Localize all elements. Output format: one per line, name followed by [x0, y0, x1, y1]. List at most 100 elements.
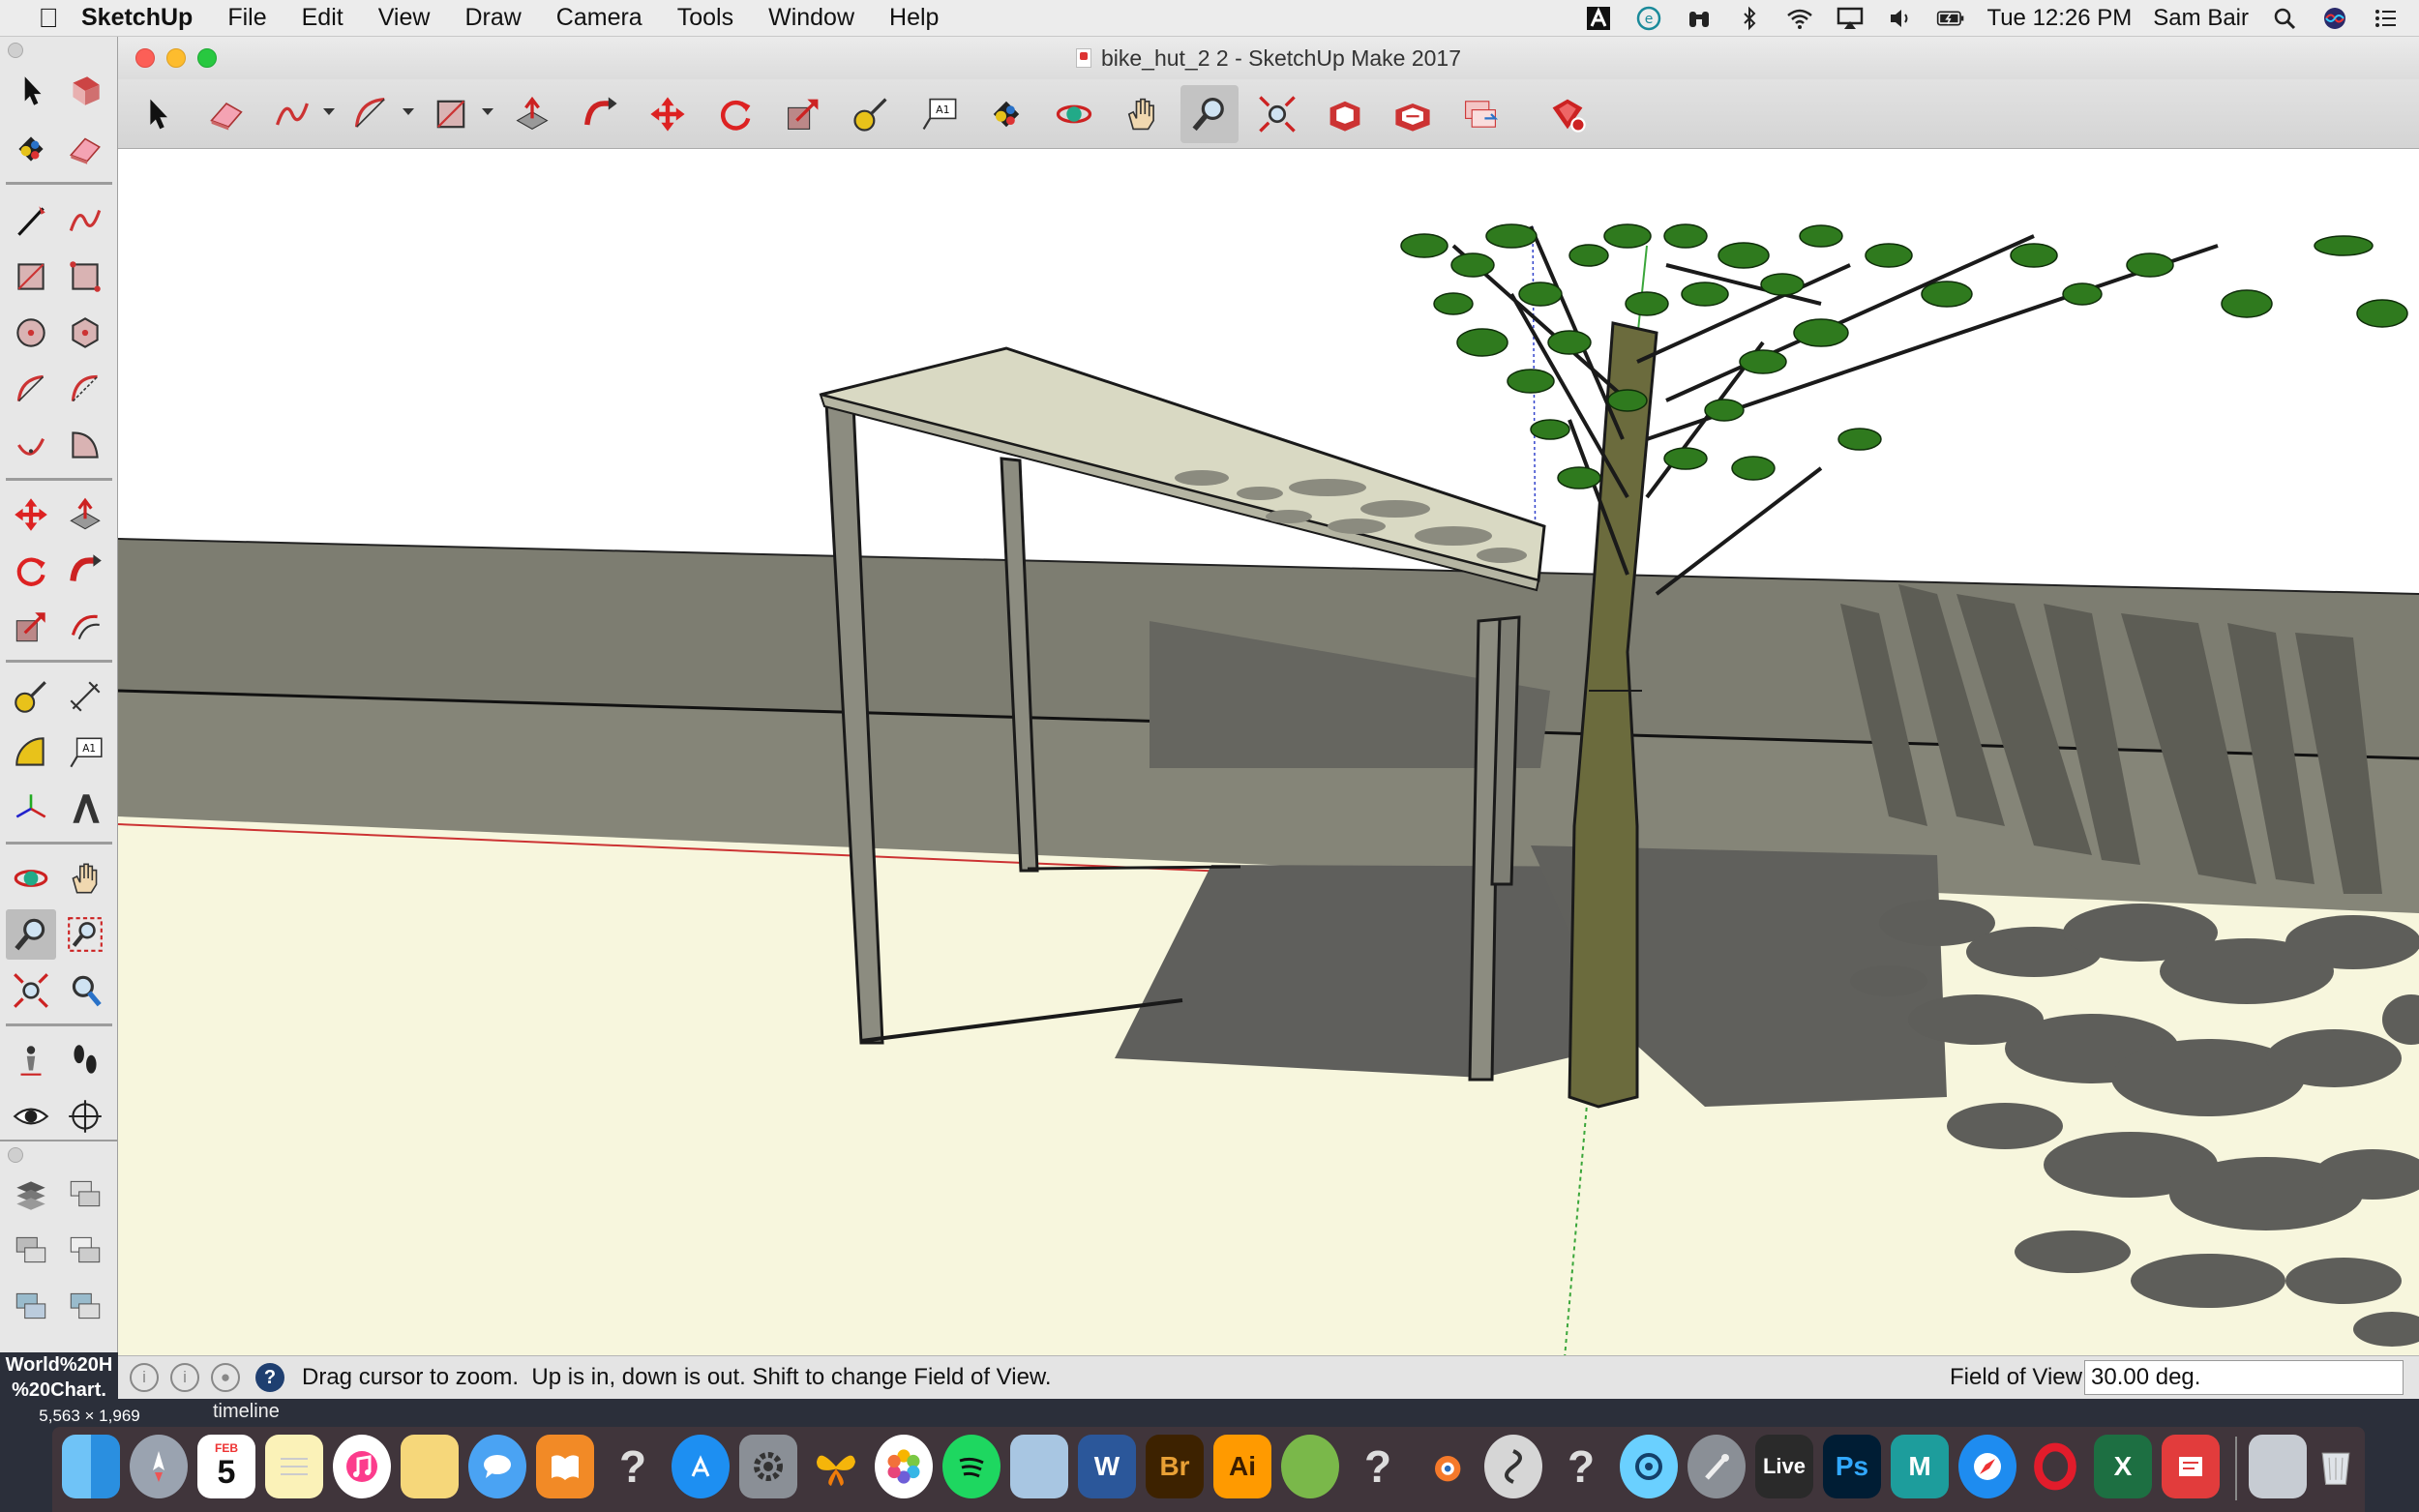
pan-tool[interactable] — [60, 853, 110, 904]
user-account-icon[interactable]: ● — [211, 1363, 240, 1392]
window-title-bar[interactable]: bike_hut_2 2 - SketchUp Make 2017 — [118, 37, 2419, 79]
dock-messages-icon[interactable] — [468, 1435, 526, 1498]
paint-bucket-tool[interactable] — [6, 124, 56, 174]
bluetooth-icon[interactable] — [1735, 6, 1764, 31]
dock-google-earth-icon[interactable] — [1281, 1435, 1339, 1498]
walk-tool[interactable] — [60, 1035, 110, 1085]
dock-excel-icon[interactable]: X — [2094, 1435, 2152, 1498]
volume-icon[interactable] — [1886, 6, 1915, 31]
geolocation-icon[interactable]: i — [130, 1363, 159, 1392]
look-around-tool[interactable] — [6, 1091, 56, 1141]
rotate-tool[interactable] — [6, 546, 56, 596]
polygon-tool[interactable] — [60, 308, 110, 358]
dock-illustrator-icon[interactable]: Ai — [1213, 1435, 1271, 1498]
arc-dropdown-icon[interactable] — [403, 108, 414, 115]
rectangle-dropdown-icon[interactable] — [482, 108, 493, 115]
make-component-tool[interactable] — [60, 66, 110, 116]
dock-spotify-icon[interactable] — [942, 1435, 1000, 1498]
dock-safari-icon[interactable] — [1958, 1435, 2016, 1498]
dock-maya-icon[interactable]: M — [1891, 1435, 1949, 1498]
instructor-help-icon[interactable]: ? — [255, 1363, 284, 1392]
dock-word-icon[interactable]: W — [1078, 1435, 1136, 1498]
dock-digital-color-meter-icon[interactable] — [1687, 1435, 1746, 1498]
dock-blender-icon[interactable] — [1417, 1435, 1475, 1498]
toolbar-pan-button[interactable] — [1113, 85, 1171, 143]
zoom-window-tool[interactable] — [60, 909, 110, 960]
components-tool[interactable] — [6, 1225, 56, 1275]
menu-tools[interactable]: Tools — [677, 4, 733, 32]
menubar-clock[interactable]: Tue 12:26 PM — [1986, 5, 2132, 32]
scale-tool[interactable] — [6, 602, 56, 652]
menu-edit[interactable]: Edit — [302, 4, 343, 32]
text-tool[interactable]: A1 — [60, 727, 110, 778]
dock-sketchup-layout-icon[interactable] — [2162, 1435, 2220, 1498]
dock-sketchup-app-icon[interactable] — [1484, 1435, 1542, 1498]
dock-system-preferences-icon[interactable] — [739, 1435, 797, 1498]
toolbar-share-component-button[interactable] — [1451, 85, 1509, 143]
three-point-arc-tool[interactable] — [6, 420, 56, 470]
window-close-button[interactable] — [135, 48, 155, 68]
line-tool[interactable] — [6, 195, 56, 246]
notification-center-icon[interactable] — [2371, 6, 2400, 31]
push-pull-tool[interactable] — [60, 489, 110, 540]
offset-tool[interactable] — [60, 602, 110, 652]
eraser-tool[interactable] — [60, 124, 110, 174]
toolbar-eraser-button[interactable] — [197, 85, 255, 143]
toolbar-zoom-button[interactable] — [1180, 85, 1239, 143]
toolbar-arc-button[interactable] — [343, 85, 401, 143]
dock-image-capture-icon[interactable] — [1010, 1435, 1068, 1498]
dock-ibooks-icon[interactable] — [536, 1435, 594, 1498]
section-plane-tool[interactable] — [60, 1091, 110, 1141]
styles-tool[interactable] — [6, 1281, 56, 1331]
scenes-tool[interactable] — [60, 1281, 110, 1331]
rectangle-tool[interactable] — [6, 252, 56, 302]
credits-icon[interactable]: i — [170, 1363, 199, 1392]
3d-text-tool[interactable] — [60, 784, 110, 834]
zoom-extents-tool[interactable] — [6, 965, 56, 1016]
dock-photos-icon[interactable] — [875, 1435, 933, 1498]
palette-close-button[interactable] — [8, 43, 23, 58]
dock-bridge-icon[interactable]: Br — [1146, 1435, 1204, 1498]
dock-keyshot-icon[interactable] — [1620, 1435, 1678, 1498]
toolbar-zoom-extents-button[interactable] — [1248, 85, 1306, 143]
layers-tool[interactable] — [6, 1169, 56, 1219]
toolbar-3d-warehouse-button[interactable] — [1316, 85, 1374, 143]
dock-missing-app-icon-3[interactable]: ? — [1552, 1435, 1610, 1498]
pie-tool[interactable] — [60, 420, 110, 470]
two-point-arc-tool[interactable] — [60, 364, 110, 414]
dock-missing-app-icon[interactable]: ? — [604, 1435, 662, 1498]
toolbar-rectangle-button[interactable] — [422, 85, 480, 143]
menu-view[interactable]: View — [378, 4, 431, 32]
freehand-tool[interactable] — [60, 195, 110, 246]
menu-camera[interactable]: Camera — [556, 4, 642, 32]
toolbar-scale-button[interactable] — [774, 85, 832, 143]
tape-measure-tool[interactable] — [6, 671, 56, 722]
model-viewport[interactable] — [118, 149, 2419, 1355]
measurements-input[interactable]: 30.00 deg. — [2084, 1360, 2404, 1395]
wifi-icon[interactable] — [1785, 6, 1814, 31]
previous-view-tool[interactable] — [60, 965, 110, 1016]
adobe-status-icon[interactable] — [1584, 6, 1613, 31]
toolbar-orbit-button[interactable] — [1045, 85, 1103, 143]
dock-app-store-icon[interactable] — [672, 1435, 730, 1498]
menu-file[interactable]: File — [227, 4, 266, 32]
toolbar-tape-measure-button[interactable] — [842, 85, 900, 143]
freehand-dropdown-icon[interactable] — [323, 108, 335, 115]
toolbar-select-button[interactable] — [128, 85, 186, 143]
menu-draw[interactable]: Draw — [464, 4, 521, 32]
toolbar-extension-warehouse-button[interactable] — [1538, 85, 1597, 143]
dock-trash-icon[interactable] — [2307, 1435, 2365, 1498]
dock-itunes-icon[interactable] — [333, 1435, 391, 1498]
toolbar-share-model-button[interactable] — [1384, 85, 1442, 143]
dock-downloads-stack-icon[interactable] — [2249, 1435, 2307, 1498]
dock-missing-app-icon-2[interactable]: ? — [1349, 1435, 1407, 1498]
spotlight-search-icon[interactable] — [2270, 6, 2299, 31]
window-zoom-button[interactable] — [197, 48, 217, 68]
select-tool[interactable] — [6, 66, 56, 116]
dock-notes-icon[interactable] — [265, 1435, 323, 1498]
toolbar-push-pull-button[interactable] — [503, 85, 561, 143]
palette-close-button[interactable] — [8, 1147, 23, 1163]
zoom-tool[interactable] — [6, 909, 56, 960]
airplay-icon[interactable] — [1836, 6, 1865, 31]
app-menu-sketchup[interactable]: SketchUp — [81, 4, 193, 32]
